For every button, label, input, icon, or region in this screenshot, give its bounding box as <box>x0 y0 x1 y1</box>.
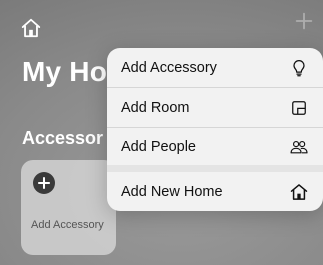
menu-item-add-new-home[interactable]: Add New Home <box>107 172 323 211</box>
home-screen: { "header": { "home_icon": "house-icon",… <box>0 0 323 265</box>
tile-label: Add Accessory <box>31 219 104 231</box>
room-icon <box>292 100 306 115</box>
menu-item-add-people[interactable]: Add People <box>107 127 323 166</box>
menu-item-label: Add New Home <box>121 183 223 200</box>
plus-circle-icon <box>33 172 55 194</box>
menu-item-label: Add People <box>121 138 196 155</box>
lightbulb-icon <box>293 59 305 76</box>
section-title: Accessor <box>22 128 104 148</box>
add-icon[interactable] <box>293 10 315 32</box>
page-title: My Ho <box>22 56 107 87</box>
add-accessory-tile[interactable]: Add Accessory <box>21 160 116 255</box>
menu-item-add-room[interactable]: Add Room <box>107 88 323 127</box>
menu-item-label: Add Room <box>121 99 190 116</box>
home-icon[interactable] <box>20 17 42 39</box>
menu-item-label: Add Accessory <box>121 59 217 76</box>
add-menu: Add Accessory Add Room Add People Add Ne… <box>107 48 323 211</box>
menu-item-add-accessory[interactable]: Add Accessory <box>107 48 323 87</box>
house-icon <box>290 183 308 200</box>
people-icon <box>290 140 308 153</box>
menu-group-separator <box>107 165 323 172</box>
